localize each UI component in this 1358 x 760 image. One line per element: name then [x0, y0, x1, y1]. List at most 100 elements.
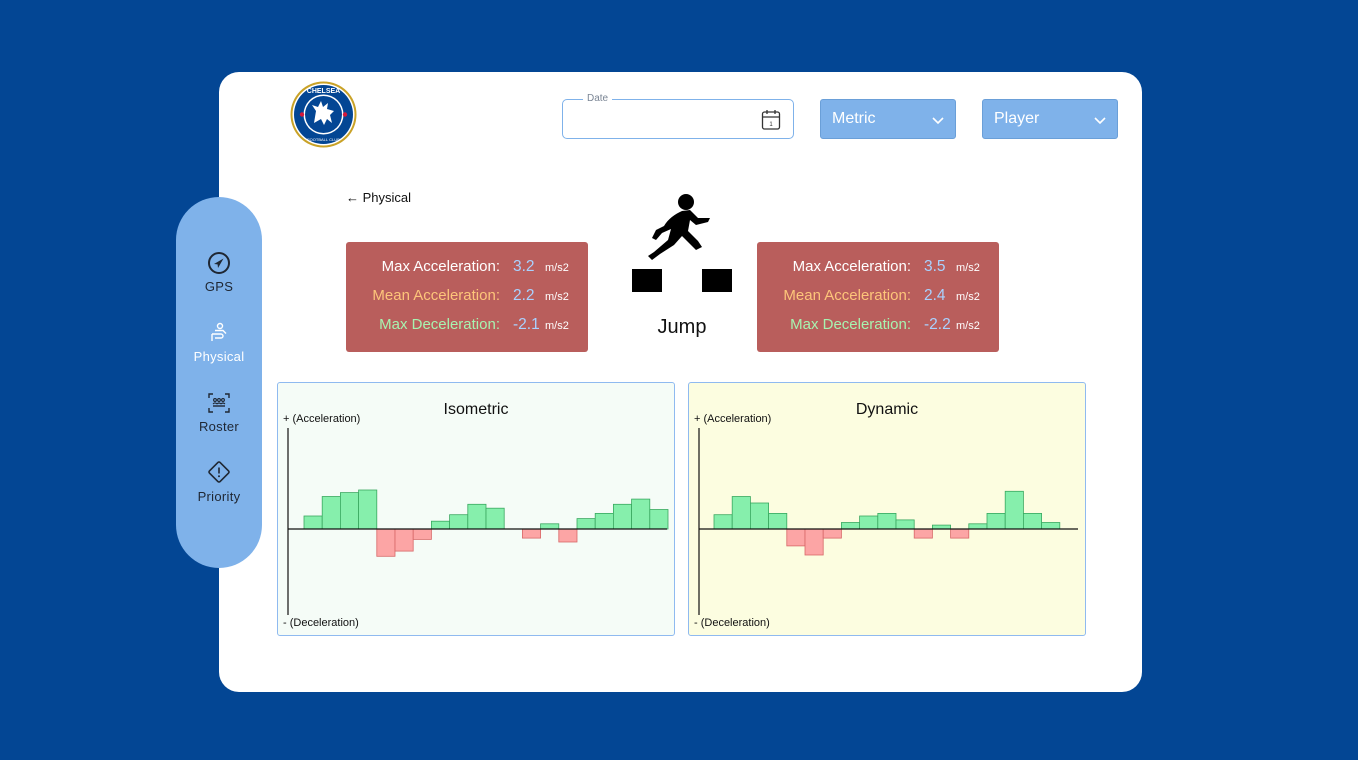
stat-row: Max Deceleration: -2.2 m/s2 [757, 316, 999, 336]
chart-ylabel-top: + (Acceleration) [283, 413, 360, 425]
isometric-chart: Isometric + (Acceleration) - (Decelerati… [277, 382, 675, 636]
acceleration-bar [485, 507, 505, 530]
acceleration-bar [631, 498, 651, 530]
stat-value: 3.2 [513, 258, 535, 275]
acceleration-bar [467, 503, 487, 530]
deceleration-bar [804, 528, 824, 556]
dynamic-chart-svg: Dynamic + (Acceleration) - (Deceleration… [694, 401, 1078, 629]
deceleration-bar [376, 528, 396, 557]
chart-ylabel-bottom: - (Deceleration) [283, 617, 359, 629]
stat-row: Mean Acceleration: 2.2 m/s2 [346, 287, 588, 307]
sidebar-item-physical[interactable]: Physical [176, 321, 262, 364]
chevron-down-icon [932, 117, 944, 125]
acceleration-bar [731, 496, 751, 530]
player-select-label: Player [994, 110, 1040, 127]
acceleration-bar [859, 515, 879, 530]
acceleration-bar [895, 519, 915, 530]
calendar-icon[interactable]: 1 [761, 109, 781, 131]
acceleration-bar [840, 522, 860, 530]
stat-label: Max Deceleration: [379, 316, 500, 333]
chart-bars [303, 489, 669, 557]
stat-label: Mean Acceleration: [783, 287, 911, 304]
metric-select-label: Metric [832, 110, 876, 127]
sidebar-item-label: GPS [204, 279, 234, 294]
sidebar: GPS Physical Roster Priority [176, 197, 262, 568]
deceleration-bar [913, 528, 933, 539]
stat-value: -2.1 [513, 316, 540, 333]
acceleration-bar [612, 503, 632, 530]
player-select[interactable]: Player [982, 99, 1118, 139]
acceleration-bar [1004, 490, 1024, 530]
acceleration-bar [649, 509, 669, 530]
back-link[interactable]: ← Physical [346, 190, 411, 205]
stats-box-right: Max Acceleration: 3.5 m/s2 Mean Accelera… [757, 242, 999, 352]
chart-title: Isometric [444, 401, 509, 418]
sidebar-item-priority[interactable]: Priority [176, 459, 262, 504]
calendar-day: 1 [769, 122, 773, 128]
deceleration-bar [558, 528, 578, 543]
deceleration-bar [950, 528, 970, 539]
sidebar-item-label: Physical [193, 349, 245, 364]
acceleration-bar [430, 520, 450, 530]
acceleration-bar [750, 502, 770, 530]
sidebar-item-label: Roster [198, 419, 240, 434]
stat-row: Max Acceleration: 3.5 m/s2 [757, 258, 999, 278]
acceleration-bar [713, 514, 733, 530]
deceleration-bar [394, 528, 414, 552]
sidebar-item-roster[interactable]: Roster [176, 391, 262, 434]
stat-label: Max Deceleration: [790, 316, 911, 333]
chart-bars [713, 490, 1061, 556]
acceleration-bar [594, 512, 614, 530]
exercise-label: Jump [657, 316, 707, 338]
acceleration-bar [877, 512, 897, 530]
acceleration-bar [1041, 522, 1061, 530]
stats-box-left: Max Acceleration: 3.2 m/s2 Mean Accelera… [346, 242, 588, 352]
roster-icon [208, 393, 230, 413]
date-label: Date [583, 93, 613, 104]
acceleration-bar [968, 523, 988, 530]
physical-icon [211, 322, 227, 341]
navigation-icon [208, 252, 230, 274]
stat-label: Max Acceleration: [792, 258, 911, 275]
stat-label: Max Acceleration: [381, 258, 500, 275]
stat-unit: m/s2 [545, 291, 569, 303]
sidebar-item-gps[interactable]: GPS [176, 251, 262, 294]
warning-icon [208, 461, 230, 483]
stat-unit: m/s2 [956, 320, 980, 332]
stat-label: Mean Acceleration: [372, 287, 500, 304]
stat-value: -2.2 [924, 316, 951, 333]
logo-text-bottom: FOOTBALL CLUB [307, 137, 340, 142]
isometric-chart-svg: Isometric + (Acceleration) - (Decelerati… [283, 401, 669, 629]
chart-ylabel-top: + (Acceleration) [694, 413, 771, 425]
stat-row: Max Acceleration: 3.2 m/s2 [346, 258, 588, 278]
chart-title: Dynamic [856, 401, 918, 418]
metric-select[interactable]: Metric [820, 99, 956, 139]
dynamic-chart: Dynamic + (Acceleration) - (Deceleration… [688, 382, 1086, 636]
stat-row: Max Deceleration: -2.1 m/s2 [346, 316, 588, 336]
deceleration-bar [412, 528, 432, 540]
logo-text-top: CHELSEA [307, 88, 340, 95]
deceleration-bar [521, 528, 541, 539]
stat-value: 2.2 [513, 287, 535, 304]
jumping-person-icon [632, 194, 732, 292]
stat-unit: m/s2 [545, 320, 569, 332]
acceleration-bar [340, 492, 360, 530]
chelsea-crest-icon[interactable]: CHELSEA FOOTBALL CLUB [290, 81, 357, 148]
stat-unit: m/s2 [545, 262, 569, 274]
acceleration-bar [321, 496, 341, 530]
deceleration-bar [822, 528, 842, 539]
chart-ylabel-bottom: - (Deceleration) [694, 617, 770, 629]
acceleration-bar [986, 512, 1006, 530]
acceleration-bar [303, 515, 323, 530]
acceleration-bar [576, 518, 596, 530]
stat-row: Mean Acceleration: 2.4 m/s2 [757, 287, 999, 307]
chevron-down-icon [1094, 117, 1106, 125]
sidebar-item-label: Priority [197, 489, 241, 504]
stat-value: 2.4 [924, 287, 946, 304]
acceleration-bar [449, 514, 469, 530]
date-field[interactable]: Date 1 [562, 93, 794, 139]
acceleration-bar [1022, 512, 1042, 530]
acceleration-bar [540, 523, 560, 530]
stat-unit: m/s2 [956, 291, 980, 303]
deceleration-bar [786, 528, 806, 547]
